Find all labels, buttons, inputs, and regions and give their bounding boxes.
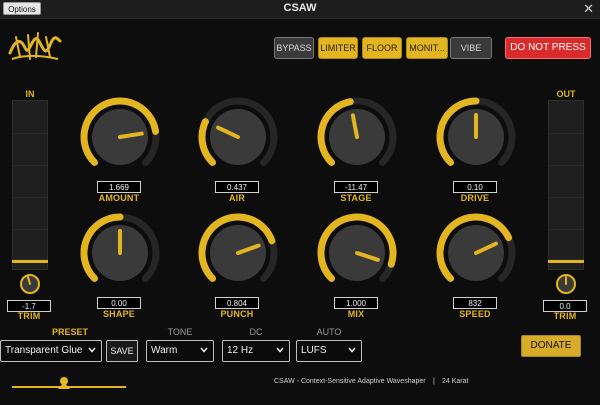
mode-button-bypass[interactable]: BYPASS [274, 37, 314, 59]
dc-label: DC [249, 327, 263, 337]
title-bar: Options CSAW ✕ [0, 0, 600, 19]
shape-knob[interactable] [72, 205, 168, 301]
auto-dropdown[interactable]: LUFS [296, 340, 362, 362]
bottom-slider-thumb[interactable] [57, 376, 71, 390]
mode-button-limiter[interactable]: LIMITER [318, 37, 358, 59]
preset-value: Transparent Glue [5, 345, 83, 356]
mode-button-floor[interactable]: FLOOR [362, 37, 402, 59]
mode-button-vibe[interactable]: VIBE [450, 37, 492, 59]
donate-button[interactable]: DONATE [521, 335, 581, 357]
input-meter [12, 100, 48, 270]
air-knob[interactable] [190, 89, 286, 185]
output-meter [548, 100, 584, 270]
footer-separator: | [433, 378, 435, 385]
input-label: IN [25, 89, 35, 99]
auto-value: LUFS [301, 345, 327, 356]
preset-dropdown[interactable]: Transparent Glue [0, 340, 102, 362]
tone-value: Warm [151, 345, 178, 356]
dc-dropdown[interactable]: 12 Hz [222, 340, 290, 362]
mode-button-monit[interactable]: MONIT... [406, 37, 448, 59]
drive-knob-group [428, 89, 524, 185]
tone-label: TONE [167, 327, 193, 337]
dc-value: 12 Hz [227, 345, 254, 356]
version-label: 24 Karat [442, 378, 469, 385]
output-trim-label: TRIM [553, 311, 577, 321]
input-trim-knob[interactable] [19, 273, 41, 295]
save-preset-button[interactable]: SAVE [106, 340, 138, 362]
speed-knob[interactable] [428, 205, 524, 301]
drive-label: DRIVE [460, 193, 490, 203]
output-meter-level [548, 260, 584, 263]
chevron-down-icon [276, 347, 284, 353]
shape-value[interactable]: 0.00 [97, 297, 141, 309]
chevron-down-icon [88, 347, 96, 353]
amount-knob-group [72, 89, 168, 185]
punch-knob-group [190, 205, 286, 301]
air-value[interactable]: 0.437 [215, 181, 259, 193]
input-meter-level [12, 260, 48, 263]
close-icon[interactable]: ✕ [583, 1, 594, 16]
air-knob-group [190, 89, 286, 185]
speed-knob-group [428, 205, 524, 301]
auto-label: AUTO [316, 327, 342, 337]
do-not-press-button[interactable]: DO NOT PRESS [505, 37, 591, 59]
brand-logo-icon [8, 32, 62, 60]
drive-value[interactable]: 0.10 [453, 181, 497, 193]
shape-label: SHAPE [102, 309, 135, 319]
speed-label: SPEED [459, 309, 491, 319]
punch-knob[interactable] [190, 205, 286, 301]
air-label: AIR [228, 193, 246, 203]
shape-knob-group [72, 205, 168, 301]
speed-value[interactable]: 832 [453, 297, 497, 309]
stage-knob-group [309, 89, 405, 185]
product-name: CSAW - Context-Sensitive Adaptive Wavesh… [274, 378, 426, 385]
punch-label: PUNCH [220, 309, 254, 319]
mix-knob-group [309, 205, 405, 301]
output-trim-knob[interactable] [555, 273, 577, 295]
mix-value[interactable]: 1.000 [334, 297, 378, 309]
plugin-panel: BYPASS LIMITER FLOOR MONIT... VIBE DO NOT PR… [0, 19, 600, 405]
mix-knob[interactable] [309, 205, 405, 301]
window-title: CSAW [283, 2, 317, 14]
output-label: OUT [556, 89, 576, 99]
stage-label: STAGE [340, 193, 372, 203]
drive-knob[interactable] [428, 89, 524, 185]
mix-label: MIX [347, 309, 365, 319]
preset-label: PRESET [51, 327, 88, 337]
amount-knob[interactable] [72, 89, 168, 185]
chevron-down-icon [200, 347, 208, 353]
input-trim-label: TRIM [17, 311, 41, 321]
amount-label: AMOUNT [98, 193, 140, 203]
amount-value[interactable]: 1.669 [97, 181, 141, 193]
punch-value[interactable]: 0.804 [215, 297, 259, 309]
tone-dropdown[interactable]: Warm [146, 340, 214, 362]
chevron-down-icon [348, 347, 356, 353]
stage-knob[interactable] [309, 89, 405, 185]
stage-value[interactable]: -11.47 [334, 181, 378, 193]
